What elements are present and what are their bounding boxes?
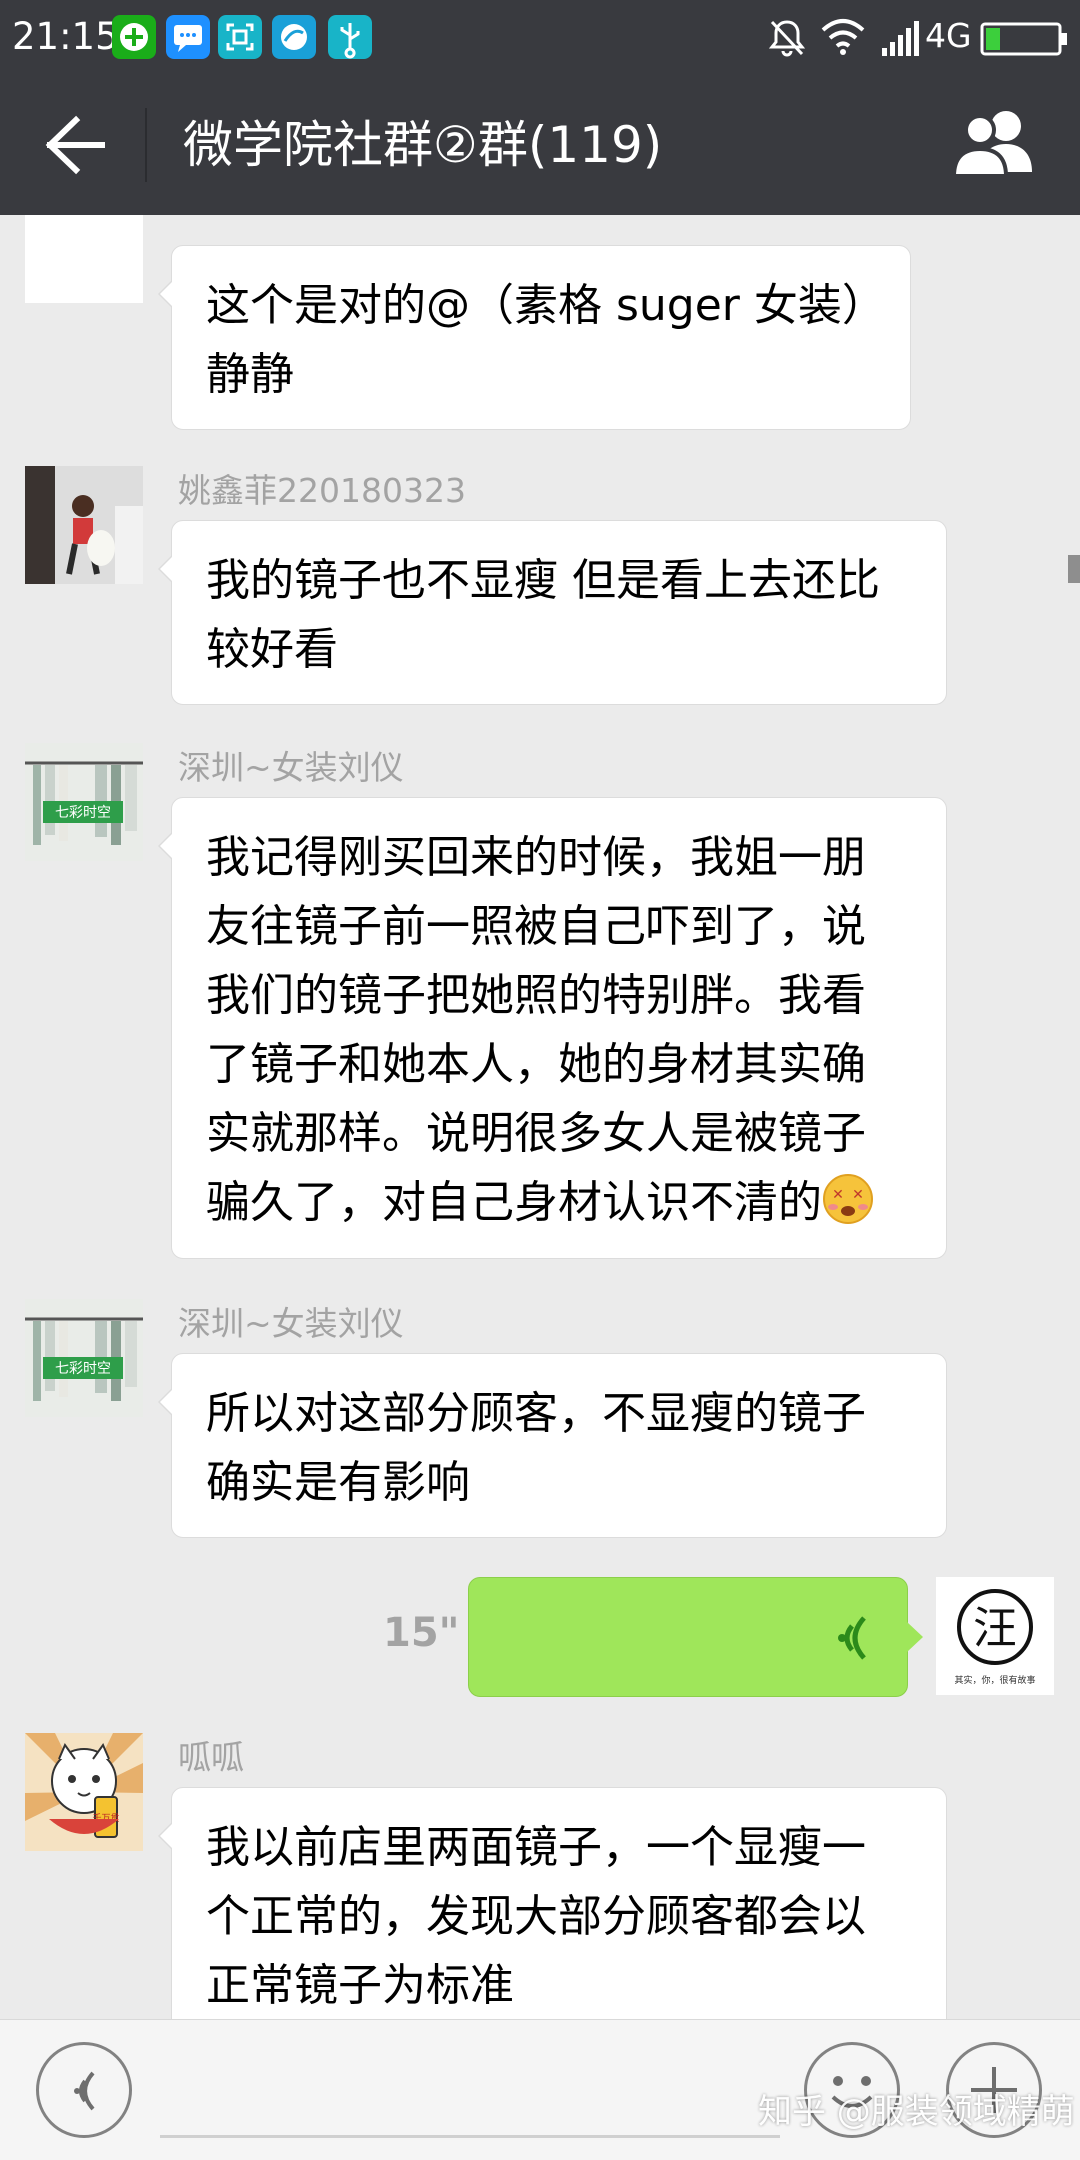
- avatar[interactable]: 七彩时空: [25, 1299, 143, 1417]
- group-members-icon[interactable]: [950, 106, 1038, 180]
- voice-duration: 15": [383, 1610, 460, 1656]
- usb-icon: [328, 15, 372, 59]
- sender-name: 深圳~女装刘仪: [178, 748, 404, 787]
- message-bubble[interactable]: 我的镜子也不显瘦 但是看上去还比 较好看: [158, 520, 947, 705]
- sender-name: 姚鑫菲220180323: [178, 471, 466, 510]
- dizzy-face-emoji: ✕ ✕: [823, 1174, 873, 1224]
- message-text: 静静: [206, 349, 294, 400]
- avatar[interactable]: 千万贯: [25, 1733, 143, 1851]
- message-text: 个正常的，发现大部分顾客都会以: [206, 1891, 866, 1942]
- svg-text:✕: ✕: [852, 1187, 864, 1203]
- voice-input-icon: [74, 2071, 95, 2111]
- self-avatar-char: 汪: [973, 1603, 1017, 1654]
- signal-icon: [882, 21, 919, 56]
- message-text: 了镜子和她本人，她的身材其实确: [206, 1039, 866, 1090]
- message-text: 友往镜子前一照被自己吓到了，说: [206, 901, 866, 952]
- avatar-tag-text: 七彩时空: [55, 1361, 111, 1377]
- chat-header: 微学院社群②群(119): [0, 74, 1080, 215]
- mute-icon: [768, 20, 806, 57]
- avatar[interactable]: [25, 466, 143, 584]
- message-text: 我记得刚买回来的时候，我姐一朋: [206, 832, 866, 883]
- status-time: 21:15: [12, 15, 119, 58]
- scrollbar-thumb[interactable]: [1068, 555, 1080, 583]
- message-bubble[interactable]: 这个是对的@（素格 suger 女装） 静静: [158, 245, 911, 430]
- self-avatar-caption: 其实，你，很有故事: [954, 1674, 1035, 1686]
- chat-message-list[interactable]: 这个是对的@（素格 suger 女装） 静静 姚鑫菲220180323 我的镜子…: [0, 215, 1080, 2019]
- message-text: 我以前店里两面镜子，一个显瘦一: [206, 1822, 866, 1873]
- battery-icon: [980, 22, 1067, 56]
- wifi-icon: [821, 19, 865, 55]
- message-text: 我的镜子也不显瘦 但是看上去还比: [206, 555, 880, 606]
- self-avatar[interactable]: 汪 其实，你，很有故事: [936, 1577, 1054, 1695]
- message-text-last: 骗久了，对自己身材认识不清的 ✕ ✕: [206, 1168, 916, 1237]
- svg-text:✕: ✕: [832, 1187, 844, 1203]
- message-text: 实就那样。说明很多女人是被镜子: [206, 1108, 866, 1159]
- scan-app-icon: [218, 15, 262, 59]
- message-text: 骗久了，对自己身材认识不清的: [206, 1177, 822, 1228]
- message-bubble[interactable]: 我记得刚买回来的时候，我姐一朋 友往镜子前一照被自己吓到了，说 我们的镜子把她照…: [158, 797, 947, 1259]
- voice-input-button[interactable]: [36, 2042, 132, 2138]
- browser-app-icon: [272, 15, 316, 59]
- message-input[interactable]: [160, 2135, 780, 2138]
- message-bubble[interactable]: 所以对这部分顾客，不显瘦的镜子 确实是有影响: [158, 1353, 947, 1538]
- message-text: 所以对这部分顾客，不显瘦的镜子: [206, 1388, 866, 1439]
- sender-name: 深圳~女装刘仪: [178, 1304, 404, 1343]
- message-text: 我们的镜子把她照的特别胖。我看: [206, 970, 866, 1021]
- message-text: 这个是对的@（素格 suger 女装）: [206, 280, 886, 331]
- arrow-left-icon[interactable]: [40, 112, 110, 178]
- wechat-app-icon: [112, 15, 156, 59]
- message-bubble[interactable]: 我以前店里两面镜子，一个显瘦一 个正常的，发现大部分顾客都会以 正常镜子为标准: [158, 1787, 947, 2019]
- avatar-tag-text: 七彩时空: [55, 805, 111, 821]
- watermark: 知乎 @服装领域精萌: [758, 2092, 1075, 2132]
- message-text: 确实是有影响: [206, 1457, 470, 1508]
- avatar[interactable]: [25, 215, 143, 303]
- message-text: 正常镜子为标准: [206, 1960, 514, 2011]
- status-bar: 21:15 4G: [0, 0, 1080, 74]
- header-divider: [145, 108, 147, 182]
- message-app-icon: [166, 15, 210, 59]
- voice-wave-icon: [838, 1616, 866, 1660]
- message-text: 较好看: [206, 624, 338, 675]
- network-type: 4G: [925, 16, 972, 55]
- avatar[interactable]: 七彩时空: [25, 743, 143, 861]
- chat-title: 微学院社群②群(119): [183, 116, 663, 174]
- sender-name: 呱呱: [178, 1738, 244, 1777]
